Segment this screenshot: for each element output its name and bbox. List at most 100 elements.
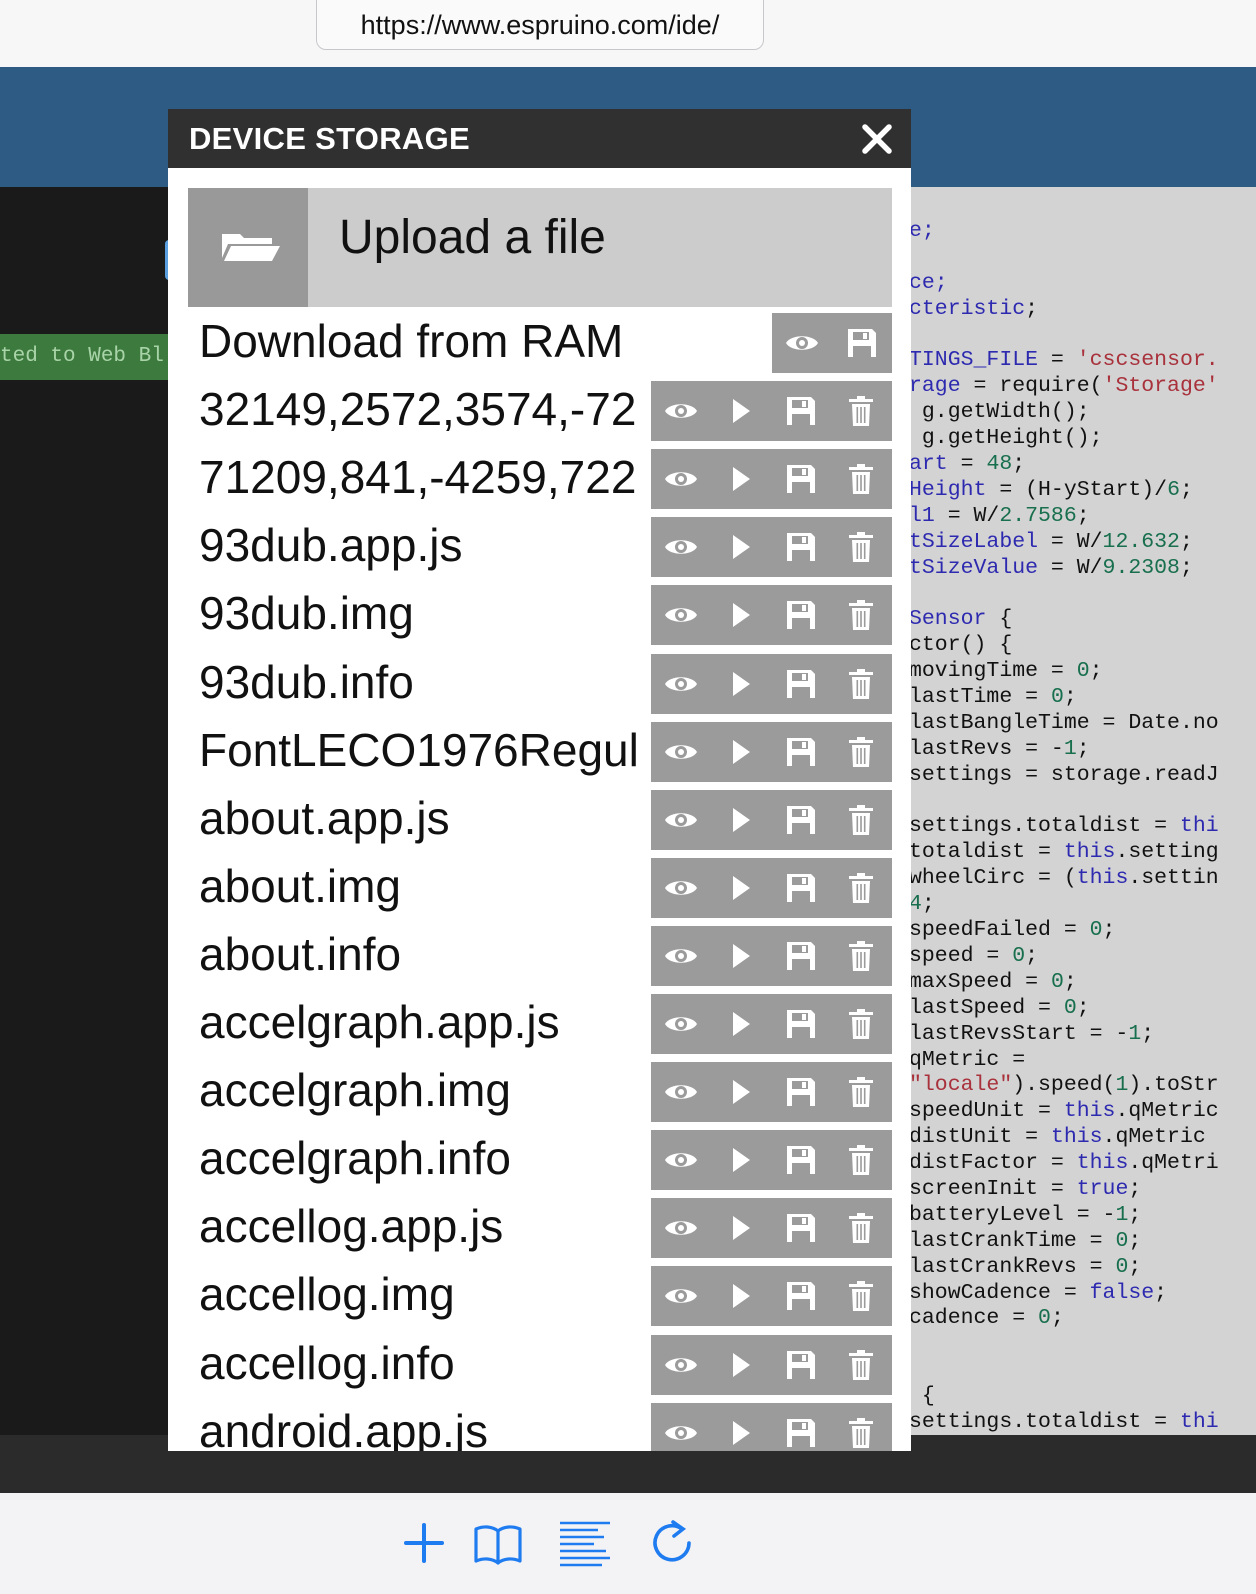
run-button[interactable] (711, 517, 771, 577)
run-button[interactable] (711, 449, 771, 509)
run-button[interactable] (711, 654, 771, 714)
save-button[interactable] (771, 994, 831, 1054)
delete-button[interactable] (831, 858, 891, 918)
code-token: 0 (1050, 685, 1064, 710)
save-icon (786, 873, 816, 903)
save-button[interactable] (771, 449, 831, 509)
view-button[interactable] (651, 585, 711, 645)
run-button[interactable] (711, 790, 771, 850)
browser-address-area: https://www.espruino.com/ide/ (0, 0, 1256, 67)
code-line: art = 48; (909, 452, 1256, 478)
run-button[interactable] (711, 926, 771, 986)
view-button[interactable] (651, 1198, 711, 1258)
run-button[interactable] (711, 994, 771, 1054)
delete-button[interactable] (831, 1403, 891, 1451)
plus-icon[interactable] (398, 1517, 450, 1569)
file-actions (651, 517, 892, 578)
view-button[interactable] (651, 994, 711, 1054)
delete-button[interactable] (831, 1198, 891, 1258)
view-icon (664, 1013, 698, 1035)
code-token: ; (1102, 918, 1116, 943)
view-button[interactable] (651, 1266, 711, 1326)
save-button[interactable] (771, 1062, 831, 1122)
delete-button[interactable] (831, 449, 891, 509)
delete-button[interactable] (831, 585, 891, 645)
run-button[interactable] (711, 1198, 771, 1258)
save-button[interactable] (771, 517, 831, 577)
view-button[interactable] (772, 313, 832, 373)
run-button[interactable] (711, 381, 771, 441)
save-button[interactable] (771, 858, 831, 918)
save-button[interactable] (771, 585, 831, 645)
delete-button[interactable] (831, 722, 891, 782)
delete-button[interactable] (831, 994, 891, 1054)
save-button[interactable] (771, 790, 831, 850)
url-field[interactable]: https://www.espruino.com/ide/ (316, 0, 764, 50)
view-button[interactable] (651, 926, 711, 986)
save-button[interactable] (771, 1403, 831, 1451)
view-icon (664, 604, 698, 626)
delete-button[interactable] (831, 790, 891, 850)
code-token: ; (1089, 659, 1103, 684)
view-button[interactable] (651, 1130, 711, 1190)
run-button[interactable] (711, 1130, 771, 1190)
run-button[interactable] (711, 722, 771, 782)
save-button[interactable] (771, 1335, 831, 1395)
view-button[interactable] (651, 1062, 711, 1122)
save-button[interactable] (771, 1130, 831, 1190)
view-button[interactable] (651, 654, 711, 714)
run-button[interactable] (711, 1403, 771, 1451)
code-token: Sensor (909, 607, 987, 632)
run-button[interactable] (711, 1335, 771, 1395)
save-button[interactable] (832, 313, 892, 373)
run-button[interactable] (711, 858, 771, 918)
ide-code-editor[interactable]: e; ce; cteristic; TINGS_FILE = 'cscsensor. r… (906, 187, 1256, 1435)
delete-button[interactable] (831, 1335, 891, 1395)
view-icon (664, 1285, 698, 1307)
delete-button[interactable] (831, 654, 891, 714)
file-row: FontLECO1976Regul (168, 716, 911, 784)
delete-icon (849, 1077, 873, 1108)
delete-button[interactable] (831, 1062, 891, 1122)
delete-button[interactable] (831, 1130, 891, 1190)
view-button[interactable] (651, 722, 711, 782)
save-icon (786, 669, 816, 699)
view-button[interactable] (651, 517, 711, 577)
file-row: about.app.js (168, 784, 911, 852)
reload-icon[interactable] (646, 1517, 698, 1569)
view-button[interactable] (651, 1403, 711, 1451)
delete-button[interactable] (831, 926, 891, 986)
file-name: android.app.js (199, 1404, 488, 1451)
view-button[interactable] (651, 381, 711, 441)
reader-icon[interactable] (558, 1517, 610, 1569)
code-token: .settin (1128, 866, 1219, 891)
run-icon (731, 739, 751, 765)
save-button[interactable] (771, 1266, 831, 1326)
save-icon (786, 1009, 816, 1039)
view-button[interactable] (651, 1335, 711, 1395)
delete-button[interactable] (831, 381, 891, 441)
close-icon[interactable] (855, 117, 899, 161)
delete-icon (849, 668, 873, 699)
bookmarks-icon[interactable] (472, 1517, 524, 1569)
delete-icon (849, 1281, 873, 1312)
save-button[interactable] (771, 926, 831, 986)
code-token: l1 (909, 503, 935, 528)
save-button[interactable] (771, 654, 831, 714)
delete-button[interactable] (831, 1266, 891, 1326)
delete-button[interactable] (831, 517, 891, 577)
view-button[interactable] (651, 858, 711, 918)
run-button[interactable] (711, 1062, 771, 1122)
run-button[interactable] (711, 1266, 771, 1326)
save-button[interactable] (771, 722, 831, 782)
upload-file-button[interactable]: Upload a file (188, 188, 892, 307)
code-token: settings.totaldist = (909, 1409, 1180, 1434)
save-button[interactable] (771, 1198, 831, 1258)
code-token: tSizeLabel (909, 529, 1039, 554)
view-button[interactable] (651, 449, 711, 509)
view-button[interactable] (651, 790, 711, 850)
save-button[interactable] (771, 381, 831, 441)
run-button[interactable] (711, 585, 771, 645)
